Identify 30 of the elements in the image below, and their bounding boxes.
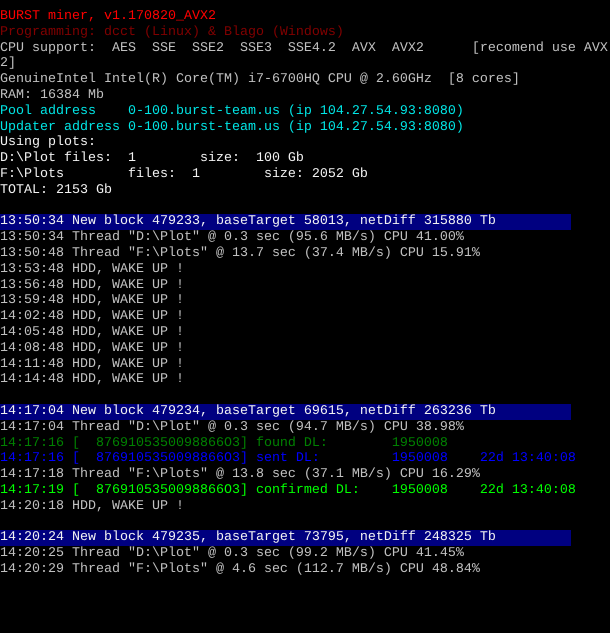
console-line: 14:17:18 Thread "F:\Plots" @ 13.8 sec (37.1 MB/s) CPU 16.29% <box>0 467 481 483</box>
console-line: RAM: 16384 Mb <box>0 88 105 104</box>
console-line: 14:05:48 HDD, WAKE UP ! <box>0 324 185 341</box>
console-line: 14:20:29 Thread "F:\Plots" @ 4.6 sec (112.7 MB/s) CPU 48.84% <box>0 562 481 578</box>
console-line: TOTAL: 2153 Gb <box>0 182 113 199</box>
console-line: 13:53:48 HDD, WAKE UP ! <box>0 262 185 278</box>
console-line: 2] <box>0 56 17 72</box>
console-line: 14:08:48 HDD, WAKE UP ! <box>0 340 185 357</box>
console-line: 13:50:48 Thread "F:\Plots" @ 13.7 sec (37.4 MB/s) CPU 15.91% <box>0 246 481 262</box>
console-line: 14:17:04 Thread "D:\Plot" @ 0.3 sec (94.7 MB/s) CPU 38.98% <box>0 420 465 436</box>
console-line: 13:56:48 HDD, WAKE UP ! <box>0 278 185 294</box>
console-line: 14:02:48 HDD, WAKE UP ! <box>0 309 185 325</box>
console-line: GenuineIntel Intel(R) Core(TM) i7-6700HQ CPU @ 2.60GHz [8 cores] <box>0 72 521 88</box>
console-line: Programming: dcct (Linux) & Blago (Windows) <box>0 24 345 41</box>
console-line: F:\Plots files: 1 size: 2052 Gb <box>0 166 369 183</box>
console-line: Using plots: <box>0 135 97 151</box>
console-line: 14:17:16 [ 8769105350098866O3] found DL: 1950008 <box>0 436 449 451</box>
console-line: BURST miner, v1.170820_AVX2 <box>0 9 217 25</box>
console-line: Pool address 0-100.burst-team.us (ip 104.27.54.93:8080) <box>0 104 465 120</box>
console-line: 14:20:25 Thread "D:\Plot" @ 0.3 sec (99.2 MB/s) CPU 41.45% <box>0 546 465 562</box>
console-line: 14:17:16 [ 8769105350098866O3] sent DL: 1950008 22d 13:40:08 <box>0 451 577 467</box>
console-line: 13:50:34 Thread "D:\Plot" @ 0.3 sec (95.6 MB/s) CPU 41.00% <box>0 230 465 246</box>
console-line: 14:20:18 HDD, WAKE UP ! <box>0 498 185 514</box>
console-line: 14:14:48 HDD, WAKE UP ! <box>0 372 185 388</box>
console-line: 13:59:48 HDD, WAKE UP ! <box>0 293 185 310</box>
console-line: D:\Plot files: 1 size: 100 Gb <box>0 151 305 167</box>
console-line: 14:17:19 [ 8769105350098866O3] confirmed DL: 1950008 22d 13:40:08 <box>0 482 577 499</box>
console-line: CPU support: AES SSE SSE2 SSE3 SSE4.2 AVX AVX2 [recomend use AVX <box>0 40 609 56</box>
console-line: Updater address 0-100.burst-team.us (ip 104.27.54.93:8080) <box>0 120 465 135</box>
console-line: 14:11:48 HDD, WAKE UP ! <box>0 356 185 372</box>
